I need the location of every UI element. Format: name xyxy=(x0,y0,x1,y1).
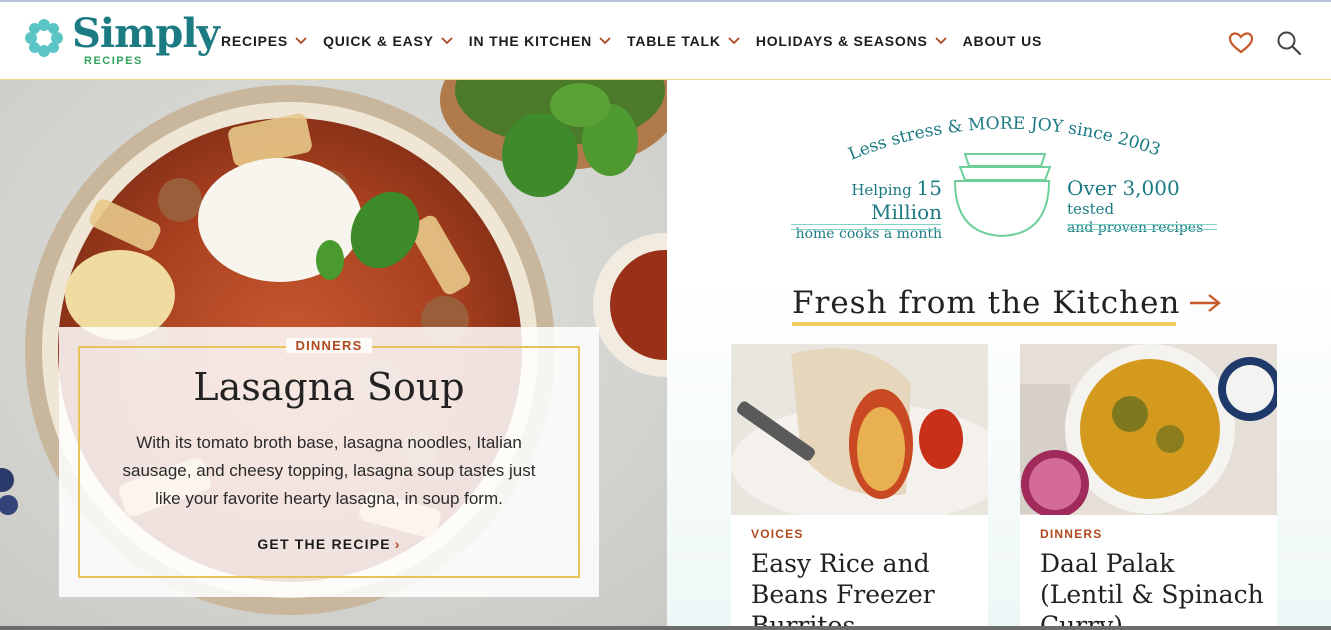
logo-subtitle: RECIPES xyxy=(84,55,143,67)
recipe-card[interactable]: DINNERS Daal Palak (Lentil & Spinach Cur… xyxy=(1020,344,1277,630)
bottom-strip xyxy=(0,626,1331,630)
bowls-icon xyxy=(953,153,1052,238)
logo-wordmark: Simply xyxy=(72,10,220,57)
burrito-image xyxy=(731,344,988,515)
nav-item-table-talk[interactable]: TABLE TALK xyxy=(627,33,740,49)
section-title-text: Fresh from the Kitchen xyxy=(792,285,1181,321)
daal-palak-image xyxy=(1020,344,1277,515)
heart-icon[interactable] xyxy=(1228,31,1254,55)
nav-item-in-the-kitchen[interactable]: IN THE KITCHEN xyxy=(469,33,611,49)
chevron-right-icon: › xyxy=(394,536,401,552)
simply-recipes-logo[interactable]: Simply RECIPES xyxy=(22,10,220,72)
trust-badge: Less stress & MORE JOY since 2003 Helpin… xyxy=(787,104,1227,244)
hero-card[interactable]: DINNERS Lasagna Soup With its tomato bro… xyxy=(59,327,599,597)
nav-item-label: RECIPES xyxy=(221,33,289,49)
flower-logo-icon xyxy=(25,19,63,57)
main-nav: RECIPES QUICK & EASY IN THE KITCHEN TABLE T… xyxy=(221,33,1058,49)
nav-item-recipes[interactable]: RECIPES xyxy=(221,33,307,49)
hero-category[interactable]: DINNERS xyxy=(59,338,599,353)
card-image xyxy=(1020,344,1277,515)
nav-item-label: ABOUT US xyxy=(962,33,1043,49)
get-the-recipe-link[interactable]: GET THE RECIPE › xyxy=(59,536,599,552)
nav-item-label: IN THE KITCHEN xyxy=(468,33,592,49)
hero-description: With its tomato broth base, lasagna nood… xyxy=(122,433,536,508)
nav-item-about-us[interactable]: ABOUT US xyxy=(963,33,1043,49)
chevron-down-icon[interactable] xyxy=(599,37,611,45)
hero-feature[interactable]: DINNERS Lasagna Soup With its tomato bro… xyxy=(0,80,667,630)
card-title[interactable]: Daal Palak (Lentil & Spinach Curry) xyxy=(1040,548,1265,630)
nav-item-label: TABLE TALK xyxy=(627,33,721,49)
nav-item-label: QUICK & EASY xyxy=(323,33,434,49)
badge-right-highlight: Over 3,000 xyxy=(1067,176,1180,200)
search-icon[interactable] xyxy=(1276,30,1302,56)
badge-left-rule xyxy=(791,224,941,230)
badge-right-rule xyxy=(1067,224,1217,230)
chevron-down-icon[interactable] xyxy=(934,37,947,45)
site-header: Simply RECIPES RECIPES QUICK & EASY IN THE… xyxy=(0,0,1331,80)
badge-right-suffix: tested xyxy=(1067,200,1115,218)
nav-item-label: HOLIDAYS & SEASONS xyxy=(755,33,928,49)
card-category[interactable]: VOICES xyxy=(751,527,804,541)
card-image xyxy=(731,344,988,515)
recipe-card[interactable]: VOICES Easy Rice and Beans Freezer Burri… xyxy=(731,344,988,630)
chevron-down-icon[interactable] xyxy=(441,37,453,45)
badge-left-stat: Helping 15 Million home cooks a month xyxy=(787,176,942,242)
section-title-underline xyxy=(792,322,1176,326)
card-category[interactable]: DINNERS xyxy=(1040,527,1102,541)
chevron-down-icon[interactable] xyxy=(295,37,307,45)
nav-item-holidays-seasons[interactable]: HOLIDAYS & SEASONS xyxy=(756,33,947,49)
arrow-right-icon xyxy=(1190,294,1222,312)
card-title[interactable]: Easy Rice and Beans Freezer Burritos xyxy=(751,548,976,630)
badge-arc-text: Less stress & MORE JOY since 2003 xyxy=(846,114,1163,165)
hero-title[interactable]: Lasagna Soup xyxy=(59,365,599,409)
badge-left-prefix: Helping xyxy=(851,181,912,199)
fresh-from-kitchen-heading[interactable]: Fresh from the Kitchen xyxy=(792,285,1222,326)
nav-item-quick-easy[interactable]: QUICK & EASY xyxy=(323,33,453,49)
chevron-down-icon[interactable] xyxy=(728,37,740,45)
cta-label: GET THE RECIPE xyxy=(257,536,391,552)
right-panel: Less stress & MORE JOY since 2003 Helpin… xyxy=(667,80,1331,630)
